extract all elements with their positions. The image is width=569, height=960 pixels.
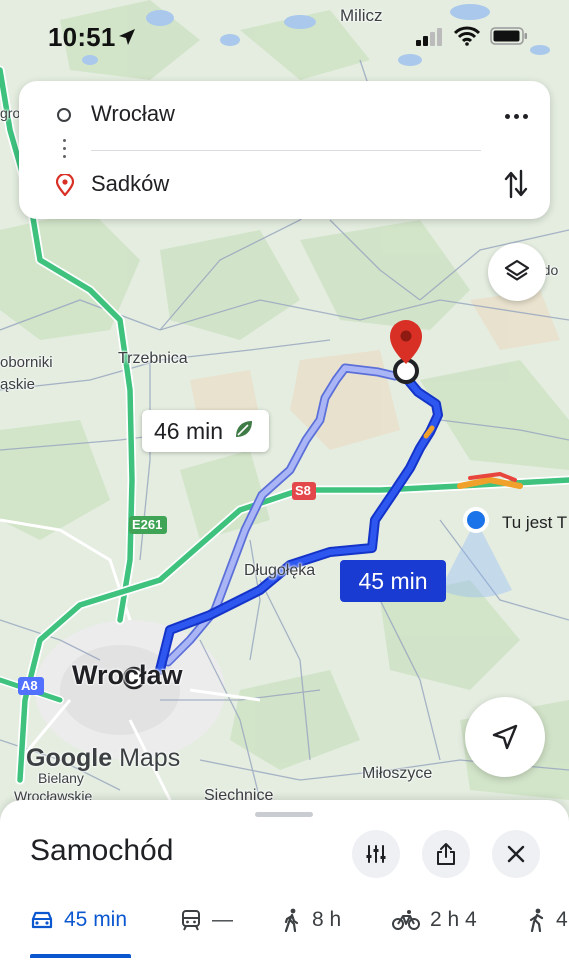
road-label-s8: S8 [295,483,311,498]
place-miloszyce: Miłoszyce [362,765,433,782]
walk-icon [284,908,299,932]
more-options-button[interactable] [497,101,535,131]
swap-directions-button[interactable] [503,169,529,204]
bike-icon [392,910,420,930]
place-wroclaw: Wrocław [72,660,183,690]
origin-circle-icon [57,108,71,122]
place-dlugoleka: Długołęka [244,562,316,579]
main-route-bubble[interactable]: 45 min [340,560,446,602]
eco-leaf-icon [233,418,255,445]
google-wordmark: Google [26,744,113,772]
travel-mode-title: Samochód [30,834,174,867]
directions-card: Wrocław Sadków [19,81,550,219]
more-dot-icon [504,113,510,119]
tune-icon [366,845,386,863]
place-trzebnica: Trzebnica [118,350,188,367]
place-slaskie: ąskie [0,376,36,393]
transit-icon [182,910,200,931]
close-button[interactable] [492,830,540,878]
tab-bike[interactable]: 2 h 4 [392,908,477,932]
ride-icon [529,908,544,932]
navigation-arrow-icon [492,724,518,750]
tab-walk[interactable]: 8 h [282,908,341,932]
place-left-fragment: gro [0,105,21,121]
route-dots-icon [62,139,66,161]
tab-ride[interactable]: 4 [526,908,568,932]
more-dot-icon [522,113,528,119]
share-button[interactable] [422,830,470,878]
tab-ride-label: 4 [556,908,568,931]
more-dot-icon [513,113,519,119]
map-layers-button[interactable] [488,243,546,301]
destination-pin-icon [55,172,75,201]
status-bar: 10:51 [0,0,569,70]
road-label-a8: A8 [21,678,38,693]
cellular-signal-icon [416,28,444,51]
origin-field[interactable]: Wrocław [91,101,175,127]
tab-car[interactable]: 45 min [30,908,127,932]
recenter-location-button[interactable] [465,697,545,777]
share-icon [437,843,455,865]
layers-icon [504,259,530,281]
location-services-icon [118,28,136,51]
google-maps-logo: Google Maps [26,744,180,773]
tab-walk-label: 8 h [312,908,342,931]
tab-transit-label: — [212,908,233,931]
sheet-drag-handle[interactable] [255,812,313,817]
field-divider [91,150,481,151]
alternate-route-bubble[interactable]: 46 min [142,410,270,452]
battery-icon [490,27,528,50]
road-label-e261: E261 [132,517,163,532]
close-icon [507,845,525,863]
main-route-duration: 45 min [358,567,428,594]
current-location-label: Tu jest T [502,513,568,532]
destination-field[interactable]: Sadków [91,171,169,197]
route-options-button[interactable] [352,830,400,878]
tab-bike-label: 2 h 4 [430,908,477,931]
tab-car-label: 45 min [64,908,128,931]
travel-mode-tabs: 45 min — 8 h 2 h 4 4 [0,896,569,960]
place-oborniki: oborniki [0,354,53,371]
active-tab-indicator [30,954,131,958]
status-time: 10:51 [48,22,116,52]
bottom-sheet: Samochód 45 min — 8 h 2 h 4 4 [0,800,569,960]
wifi-icon [453,26,481,51]
maps-wordmark: Maps [119,744,181,772]
car-icon [31,911,53,929]
tab-transit[interactable]: — [180,908,233,932]
swap-icon [504,169,528,199]
alternate-route-duration: 46 min [154,417,224,444]
